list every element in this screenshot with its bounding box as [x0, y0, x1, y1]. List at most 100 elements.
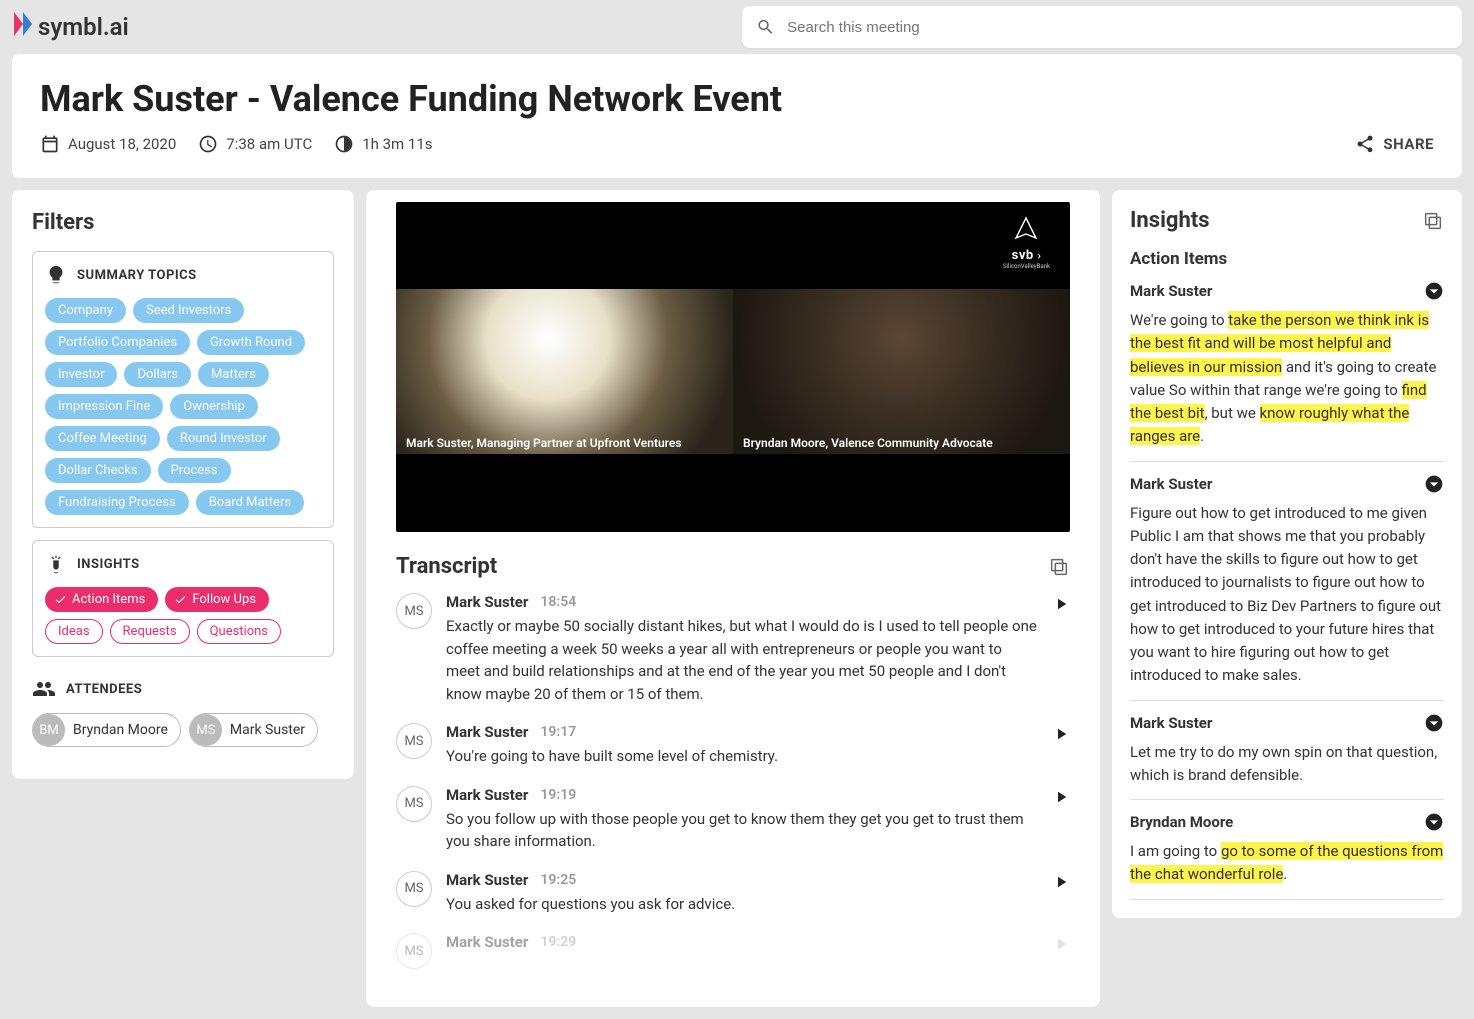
attendee-pill[interactable]: BM Bryndan Moore [32, 713, 181, 747]
topbar: symbl.ai [0, 0, 1474, 54]
insights-panel: Insights Action Items Mark Suster We're g… [1112, 190, 1462, 918]
transcript-speaker: Mark Suster [446, 933, 528, 951]
copy-icon[interactable] [1422, 210, 1444, 232]
transcript-entry: MS Mark Suster 19:19 So you follow up with … [396, 786, 1070, 853]
topic-chip[interactable]: Process [158, 458, 231, 483]
chevron-down-icon[interactable] [1424, 713, 1444, 733]
insights-filter-section: INSIGHTS Action Items Follow Ups Ideas Requ… [32, 540, 334, 657]
action-items-title: Action Items [1130, 249, 1444, 269]
meta-date: August 18, 2020 [40, 134, 176, 154]
avatar: MS [190, 714, 222, 746]
transcript-time: 18:54 [540, 594, 576, 610]
transcript-entry: MS Mark Suster 19:29 [396, 933, 1070, 969]
avatar: MS [396, 871, 432, 907]
avatar: MS [396, 786, 432, 822]
avatar: MS [396, 593, 432, 629]
chevron-down-icon[interactable] [1424, 474, 1444, 494]
insight-filter-chip[interactable]: Action Items [45, 587, 158, 612]
insight-text: We're going to take the person we think … [1130, 309, 1444, 449]
transcript-time: 19:29 [540, 934, 576, 950]
topic-chip[interactable]: Growth Round [197, 330, 305, 355]
meta-time-text: 7:38 am UTC [226, 135, 312, 153]
highlighter-icon [45, 553, 67, 575]
topic-chip[interactable]: Investor [45, 362, 117, 387]
search-box[interactable] [742, 6, 1462, 48]
avatar: BM [33, 714, 65, 746]
transcript-speaker: Mark Suster [446, 593, 528, 611]
transcript-speaker: Mark Suster [446, 786, 528, 804]
play-icon[interactable] [1052, 935, 1070, 953]
attendee-pill[interactable]: MS Mark Suster [189, 713, 318, 747]
attendee-name: Bryndan Moore [73, 722, 168, 738]
topic-chip[interactable]: Impression Fine [45, 394, 163, 419]
copy-icon[interactable] [1048, 556, 1070, 578]
transcript-speaker: Mark Suster [446, 723, 528, 741]
play-icon[interactable] [1052, 788, 1070, 806]
insight-card: Mark Suster We're going to take the perso… [1130, 281, 1444, 462]
video-player[interactable]: svb › SiliconValleyBank Mark Suster, Man… [396, 202, 1070, 532]
share-icon [1355, 134, 1375, 154]
transcript-title: Transcript [396, 554, 497, 579]
topic-chip[interactable]: Dollar Checks [45, 458, 151, 483]
play-icon[interactable] [1052, 873, 1070, 891]
logo-mark-icon [12, 10, 34, 44]
avatar: MS [396, 933, 432, 969]
play-icon[interactable] [1052, 595, 1070, 613]
play-icon[interactable] [1052, 725, 1070, 743]
insights-filter-label: INSIGHTS [77, 557, 140, 572]
topic-chip[interactable]: Board Matters [196, 490, 304, 515]
topic-chip[interactable]: Ownership [170, 394, 258, 419]
insight-filter-chip[interactable]: Questions [197, 619, 281, 644]
topic-chip[interactable]: Matters [198, 362, 269, 387]
meta-duration-text: 1h 3m 11s [362, 135, 432, 153]
topic-chip[interactable]: Round Investor [167, 426, 280, 451]
topic-chip[interactable]: Portfolio Companies [45, 330, 190, 355]
insight-text: Figure out how to get introduced to me g… [1130, 502, 1444, 688]
transcript-text: So you follow up with those people you g… [446, 808, 1038, 853]
brand-logo: symbl.ai [12, 10, 129, 44]
insight-text: I am going to go to some of the question… [1130, 840, 1444, 887]
transcript-text: You're going to have built some level of… [446, 745, 1038, 768]
share-label: SHARE [1383, 135, 1434, 153]
share-button[interactable]: SHARE [1355, 134, 1434, 154]
insight-filter-chip[interactable]: Requests [110, 619, 190, 644]
attendees-label: ATTENDEES [66, 682, 142, 697]
transcript-time: 19:17 [540, 724, 576, 740]
calendar-icon [40, 134, 60, 154]
insight-speaker: Mark Suster [1130, 282, 1212, 300]
insight-speaker: Mark Suster [1130, 714, 1212, 732]
insight-card: Bryndan MooreI am going to go to some of… [1130, 800, 1444, 900]
transcript-entry: MS Mark Suster 19:17 You're going to have b… [396, 723, 1070, 768]
meta-date-text: August 18, 2020 [68, 135, 176, 153]
transcript-text: Exactly or maybe 50 socially distant hik… [446, 615, 1038, 705]
transcript-speaker: Mark Suster [446, 871, 528, 889]
insight-filter-chip[interactable]: Ideas [45, 619, 103, 644]
avatar: MS [396, 723, 432, 759]
attendee-name: Mark Suster [230, 722, 305, 738]
topic-chip[interactable]: Dollars [124, 362, 190, 387]
search-icon [756, 17, 775, 37]
insight-card: Mark SusterFigure out how to get introdu… [1130, 462, 1444, 701]
video-caption-right: Bryndan Moore, Valence Community Advocat… [733, 430, 1003, 456]
transcript-time: 19:19 [540, 787, 576, 803]
insight-filter-chip[interactable]: Follow Ups [165, 587, 269, 612]
meta-duration: 1h 3m 11s [334, 134, 432, 154]
meta-time: 7:38 am UTC [198, 134, 312, 154]
filters-sidebar: Filters SUMMARY TOPICS CompanySeed Inves… [12, 190, 354, 779]
filters-title: Filters [32, 210, 334, 235]
topic-chip[interactable]: Coffee Meeting [45, 426, 160, 451]
attendees-section: ATTENDEES BM Bryndan Moore MS Mark Suster [32, 669, 334, 747]
search-input[interactable] [787, 19, 1448, 36]
duration-icon [334, 134, 354, 154]
insights-title: Insights [1130, 208, 1210, 233]
transcript-text: You asked for questions you ask for advi… [446, 893, 1038, 916]
chevron-down-icon[interactable] [1424, 812, 1444, 832]
topic-chip[interactable]: Seed Investors [133, 298, 244, 323]
meta-row: August 18, 2020 7:38 am UTC 1h 3m 11s SH… [40, 134, 1434, 154]
insight-text: Let me try to do my own spin on that que… [1130, 741, 1444, 788]
summary-topics-section: SUMMARY TOPICS CompanySeed InvestorsPort… [32, 251, 334, 528]
topic-chip[interactable]: Company [45, 298, 126, 323]
topic-chip[interactable]: Fundraising Process [45, 490, 189, 515]
page-title: Mark Suster - Valence Funding Network Ev… [40, 78, 1434, 120]
chevron-down-icon[interactable] [1424, 281, 1444, 301]
